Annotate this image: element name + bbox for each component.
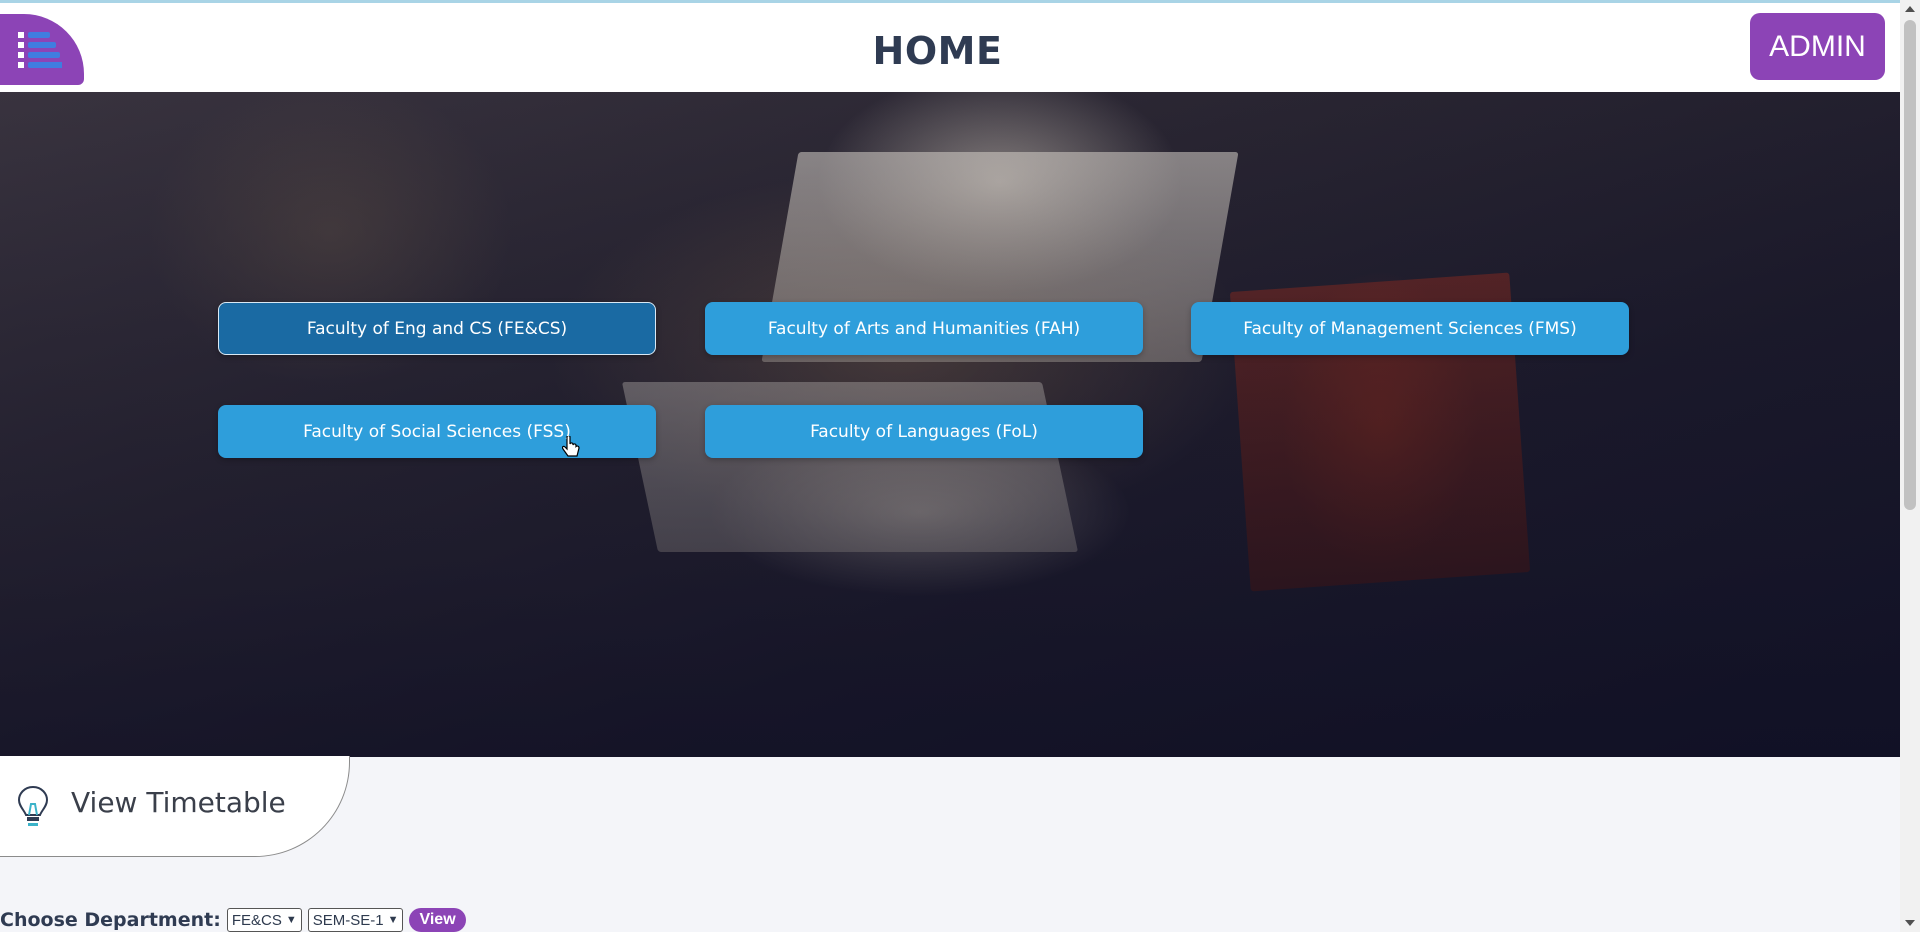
chevron-down-icon: ▼ <box>285 914 297 926</box>
hero-banner: Faculty of Eng and CS (FE&CS) Faculty of… <box>0 92 1900 757</box>
admin-button[interactable]: ADMIN <box>1750 13 1885 80</box>
department-select-value: FE&CS <box>231 911 282 929</box>
faculty-button-fss[interactable]: Faculty of Social Sciences (FSS) <box>218 405 656 458</box>
page-scrollbar[interactable] <box>1900 0 1920 932</box>
scroll-up-icon[interactable] <box>1905 6 1915 12</box>
scroll-thumb[interactable] <box>1904 20 1916 510</box>
page-title: HOME <box>872 28 1003 73</box>
faculty-button-fah[interactable]: Faculty of Arts and Humanities (FAH) <box>705 302 1143 355</box>
chevron-down-icon: ▼ <box>387 914 399 926</box>
lightbulb-icon <box>17 785 49 826</box>
choose-department-label: Choose Department: <box>0 909 221 931</box>
hand-cursor-icon <box>562 436 580 457</box>
faculty-button-fecs[interactable]: Faculty of Eng and CS (FE&CS) <box>218 302 656 355</box>
semester-select-value: SEM-SE-1 <box>312 911 384 929</box>
faculty-button-fms[interactable]: Faculty of Management Sciences (FMS) <box>1191 302 1629 355</box>
view-timetable-card[interactable]: View Timetable <box>0 756 350 857</box>
scroll-down-icon[interactable] <box>1905 920 1915 926</box>
view-timetable-label[interactable]: View Timetable <box>71 786 286 819</box>
semester-select[interactable]: SEM-SE-1 ▼ <box>307 908 404 932</box>
faculty-button-fol[interactable]: Faculty of Languages (FoL) <box>705 405 1143 458</box>
department-chooser: Choose Department: FE&CS ▼ SEM-SE-1 ▼ Vi… <box>0 908 466 932</box>
department-select[interactable]: FE&CS ▼ <box>226 908 302 932</box>
view-button[interactable]: View <box>409 908 466 932</box>
top-header: HOME ADMIN <box>0 3 1900 92</box>
